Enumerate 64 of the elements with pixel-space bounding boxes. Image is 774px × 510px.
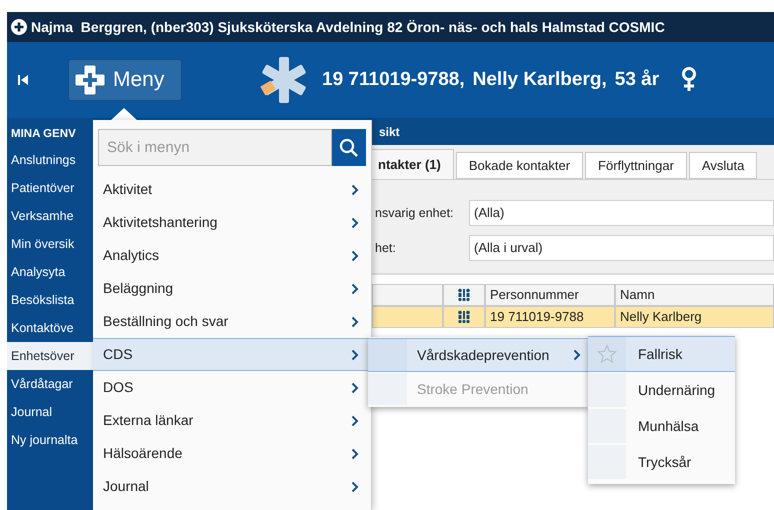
sidebar-item[interactable]: Enhetsöver: [7, 342, 93, 370]
chevron-right-icon: [351, 316, 359, 328]
personal-number: 19 711019-9788,: [322, 68, 465, 92]
chevron-right-icon: [351, 480, 359, 492]
sidebar-item[interactable]: Besökslista: [7, 286, 93, 314]
menu-button[interactable]: Meny: [68, 59, 182, 101]
chevron-right-icon: [351, 250, 359, 262]
menu-item[interactable]: Analytics: [93, 239, 371, 272]
menu-item[interactable]: CDS: [93, 338, 371, 371]
menu-item[interactable]: Beläggning: [93, 272, 371, 305]
table-cell: 19 711019-9788: [485, 306, 615, 328]
submenu-item[interactable]: Trycksår: [588, 444, 735, 480]
chevron-right-icon: [351, 282, 359, 294]
sidebar-item[interactable]: Kontaktöve: [7, 314, 93, 342]
people-icon: [457, 288, 471, 302]
sidebar-item[interactable]: Journal: [7, 398, 93, 426]
table-cell: Nelly Karlberg: [615, 306, 774, 328]
female-icon: [681, 67, 698, 93]
panel-title: sikt: [379, 124, 400, 140]
sidebar-item[interactable]: Ny journalta: [7, 426, 93, 454]
window-title: Najma Berggren, (nber303) Sjuksköterska Avdelning 82 Öron- näs- och hals Halmstad COSMIC: [31, 18, 665, 37]
submenu-item[interactable]: Munhälsa: [588, 408, 735, 444]
table-row[interactable]: 19 711019-9788 Nelly Karlberg: [372, 306, 774, 328]
tab[interactable]: Bokade kontakter: [456, 152, 584, 179]
people-icon: [457, 310, 471, 324]
chevron-right-icon: [351, 184, 359, 196]
menu-item[interactable]: Externa länkar: [93, 404, 371, 437]
filter-label: het:: [375, 240, 397, 257]
sidebar-item[interactable]: Analysyta: [7, 258, 93, 286]
sidebar-item[interactable]: Min översik: [7, 230, 93, 258]
chevron-right-icon: [351, 414, 359, 426]
sidebar-item[interactable]: Patientöver: [7, 174, 93, 202]
menu-item[interactable]: Journal: [93, 470, 371, 503]
filter-field[interactable]: (Alla): [469, 200, 774, 226]
submenu-item[interactable]: Fallrisk: [588, 336, 735, 372]
plus-circle-icon: [11, 19, 27, 35]
menu-item[interactable]: DOS: [93, 371, 371, 404]
menu-item[interactable]: Aktivitetshantering: [93, 206, 371, 239]
skip-back-icon: [17, 74, 29, 86]
menu-search-field[interactable]: Sök i menyn: [98, 129, 332, 166]
chevron-right-icon: [351, 348, 359, 360]
menu-item[interactable]: Hälsoärende: [93, 437, 371, 470]
column-header: Namn: [615, 284, 774, 306]
sidebar-item[interactable]: Verksamhe: [7, 202, 93, 230]
tab[interactable]: Förflyttningar: [585, 152, 687, 179]
filter-field[interactable]: (Alla i urval): [469, 235, 774, 261]
column-header: Personnummer: [485, 284, 615, 306]
search-button[interactable]: [332, 129, 366, 166]
search-icon: [339, 138, 359, 158]
menu-item[interactable]: Beställning och svar: [93, 305, 371, 338]
patient-age: 53 år: [614, 68, 660, 92]
submenu-item[interactable]: Undernäring: [588, 372, 735, 408]
sidebar-item[interactable]: Vårdåtagar: [7, 370, 93, 398]
plus-icon: [75, 65, 105, 95]
chevron-right-icon: [351, 216, 359, 228]
star-icon[interactable]: [597, 344, 617, 364]
sidebar-heading: MINA GENV: [10, 127, 77, 142]
patient-name: Nelly Karlberg,: [472, 68, 607, 92]
chevron-right-icon: [351, 382, 359, 394]
sidebar-item[interactable]: Anslutnings: [7, 146, 93, 174]
submenu-item[interactable]: Vårdskadeprevention: [368, 338, 589, 372]
chevron-right-icon: [351, 448, 359, 460]
tab[interactable]: Avsluta: [688, 152, 758, 179]
filter-label: nsvarig enhet:: [375, 204, 455, 222]
